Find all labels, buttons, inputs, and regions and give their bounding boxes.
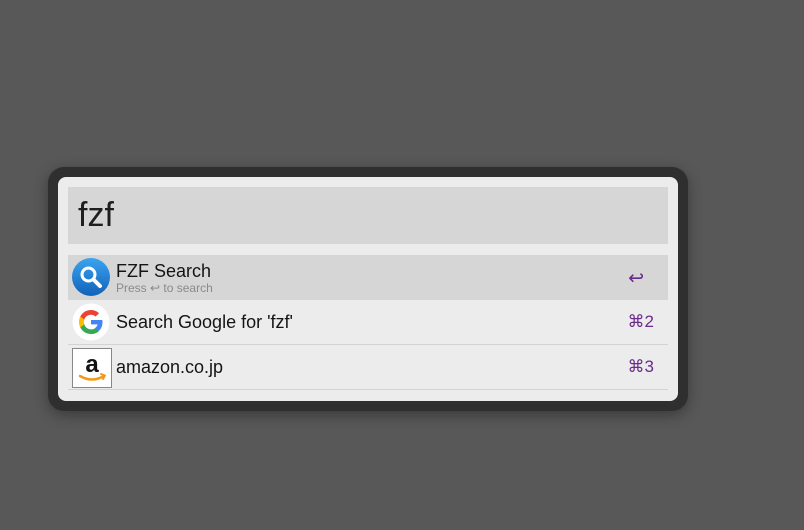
command-3-shortcut: ⌘3 — [627, 357, 654, 376]
result-subtitle: Press ↩ to search — [116, 281, 213, 295]
result-amazon[interactable]: a amazon.co.jp ⌘3 — [68, 345, 668, 390]
command-2-shortcut: ⌘2 — [627, 312, 654, 331]
magnifier-icon — [72, 258, 110, 296]
results-list: FZF Search Press ↩ to search ↩ Search Go… — [68, 255, 668, 390]
search-input[interactable] — [68, 187, 668, 244]
result-title: FZF Search — [116, 261, 212, 281]
amazon-icon: a — [72, 348, 112, 388]
enter-shortcut: ↩ — [628, 268, 644, 289]
result-fzf-search[interactable]: FZF Search Press ↩ to search ↩ — [68, 255, 668, 300]
result-title: Search Google for 'fzf' — [116, 312, 293, 332]
result-search-google[interactable]: Search Google for 'fzf' ⌘2 — [68, 300, 668, 345]
google-icon — [72, 303, 110, 341]
launcher-panel: FZF Search Press ↩ to search ↩ — [58, 177, 678, 401]
svg-text:a: a — [85, 351, 99, 378]
result-title: amazon.co.jp — [116, 357, 224, 377]
launcher-window: FZF Search Press ↩ to search ↩ — [48, 167, 688, 411]
